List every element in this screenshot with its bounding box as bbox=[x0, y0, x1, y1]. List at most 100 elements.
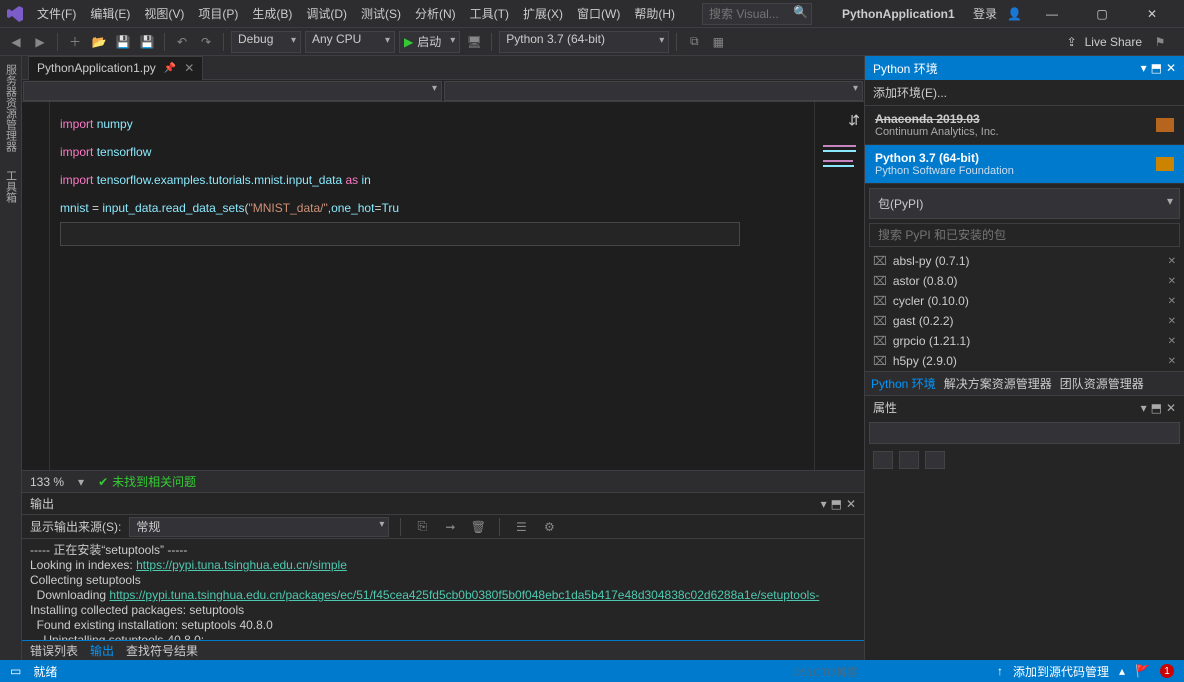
platform-dropdown[interactable]: Any CPU bbox=[305, 31, 395, 53]
menu-item[interactable]: 帮助(H) bbox=[627, 0, 682, 28]
split-icon[interactable]: ⇵ bbox=[848, 112, 860, 129]
package-remove-icon[interactable]: ✕ bbox=[1168, 256, 1176, 267]
props-events-icon[interactable] bbox=[925, 451, 945, 469]
undo-icon[interactable]: ↶ bbox=[172, 32, 192, 52]
package-remove-icon[interactable]: ✕ bbox=[1168, 296, 1176, 307]
panel-pin-icon[interactable]: ⬒ bbox=[831, 497, 842, 511]
nav-fwd-icon[interactable]: ▶ bbox=[30, 32, 50, 52]
env-pin-icon[interactable]: ⬒ bbox=[1151, 61, 1162, 75]
python-env-dropdown[interactable]: Python 3.7 (64-bit) bbox=[499, 31, 669, 53]
package-item[interactable]: ⌧absl-py (0.7.1)✕ bbox=[865, 251, 1184, 271]
package-remove-icon[interactable]: ✕ bbox=[1168, 336, 1176, 347]
menu-item[interactable]: 分析(N) bbox=[408, 0, 463, 28]
redo-icon[interactable]: ↷ bbox=[196, 32, 216, 52]
props-close-icon[interactable]: ✕ bbox=[1166, 401, 1176, 415]
user-icon[interactable]: 👤 bbox=[1007, 7, 1022, 21]
menu-item[interactable]: 视图(V) bbox=[137, 0, 191, 28]
save-all-icon[interactable]: 💾 bbox=[137, 32, 157, 52]
panel-menu-icon[interactable]: ▾ bbox=[821, 497, 827, 511]
output-body[interactable]: ----- 正在安装“setuptools” -----Looking in i… bbox=[22, 539, 864, 640]
scope-dropdown[interactable] bbox=[23, 81, 442, 101]
props-cat-icon[interactable] bbox=[873, 451, 893, 469]
pin-icon[interactable]: 📌 bbox=[164, 63, 176, 74]
out-wrap-icon[interactable]: ☰ bbox=[511, 517, 531, 537]
out-goto-icon[interactable]: ➞ bbox=[440, 517, 460, 537]
output-link[interactable]: https://pypi.tuna.tsinghua.edu.cn/simple bbox=[136, 558, 347, 572]
output-source-label: 显示输出来源(S): bbox=[30, 518, 121, 535]
close-button[interactable]: ✕ bbox=[1132, 0, 1172, 28]
props-object-dropdown[interactable] bbox=[869, 422, 1180, 444]
open-icon[interactable]: 📂 bbox=[89, 32, 109, 52]
package-remove-icon[interactable]: ✕ bbox=[1168, 316, 1176, 327]
pkg-search-input[interactable] bbox=[869, 223, 1180, 247]
minimize-button[interactable]: — bbox=[1032, 0, 1072, 28]
env-item[interactable]: Anaconda 2019.03Continuum Analytics, Inc… bbox=[865, 106, 1184, 145]
props-pin-icon[interactable]: ⬒ bbox=[1151, 401, 1162, 415]
menu-item[interactable]: 窗口(W) bbox=[570, 0, 627, 28]
code-content[interactable]: import numpyimport tensorflowimport tens… bbox=[50, 102, 814, 470]
save-icon[interactable]: 💾 bbox=[113, 32, 133, 52]
add-source-control[interactable]: 添加到源代码管理 bbox=[1013, 663, 1109, 680]
maximize-button[interactable]: ▢ bbox=[1082, 0, 1122, 28]
browser-icon[interactable]: 🖥 bbox=[464, 32, 484, 52]
menu-item[interactable]: 生成(B) bbox=[245, 0, 299, 28]
zoom-label[interactable]: 133 % bbox=[30, 475, 64, 489]
search-icon[interactable]: 🔍 bbox=[793, 5, 808, 19]
toolbox-tab[interactable]: 工具箱 bbox=[3, 166, 19, 207]
package-remove-icon[interactable]: ✕ bbox=[1168, 276, 1176, 287]
package-remove-icon[interactable]: ✕ bbox=[1168, 356, 1176, 367]
menu-item[interactable]: 编辑(E) bbox=[83, 0, 137, 28]
feedback-icon[interactable]: ⚑ bbox=[1150, 32, 1170, 52]
package-item[interactable]: ⌧gast (0.2.2)✕ bbox=[865, 311, 1184, 331]
menu-item[interactable]: 项目(P) bbox=[191, 0, 245, 28]
no-problems-indicator[interactable]: ✔ 未找到相关问题 bbox=[98, 473, 196, 490]
notification-icon[interactable]: 🚩 bbox=[1135, 664, 1150, 678]
start-button[interactable]: ▶ 启动 bbox=[399, 31, 460, 53]
calendar-icon[interactable] bbox=[1156, 157, 1174, 171]
panel-close-icon[interactable]: ✕ bbox=[846, 497, 856, 511]
output-link[interactable]: https://pypi.tuna.tsinghua.edu.cn/packag… bbox=[109, 588, 819, 602]
login-link[interactable]: 登录 bbox=[973, 5, 997, 22]
package-item[interactable]: ⌧h5py (2.9.0)✕ bbox=[865, 351, 1184, 371]
tab-close-icon[interactable]: ✕ bbox=[184, 61, 194, 75]
add-env-link[interactable]: 添加环境(E)... bbox=[865, 80, 1184, 106]
find-symbol-tab[interactable]: 查找符号结果 bbox=[126, 642, 198, 659]
props-menu-icon[interactable]: ▾ bbox=[1141, 401, 1147, 415]
right-tab-solution[interactable]: 解决方案资源管理器 bbox=[944, 375, 1052, 392]
new-icon[interactable]: ＋ bbox=[65, 32, 85, 52]
liveshare-button[interactable]: Live Share bbox=[1085, 35, 1142, 49]
right-tab-env[interactable]: Python 环境 bbox=[871, 375, 936, 392]
menu-item[interactable]: 工具(T) bbox=[463, 0, 516, 28]
out-clear-icon[interactable]: 🗑 bbox=[468, 517, 488, 537]
error-list-tab[interactable]: 错误列表 bbox=[30, 642, 78, 659]
server-explorer-tab[interactable]: 服务器资源管理器 bbox=[3, 60, 19, 156]
package-item[interactable]: ⌧grpcio (1.21.1)✕ bbox=[865, 331, 1184, 351]
menu-item[interactable]: 调试(D) bbox=[299, 0, 354, 28]
nav-back-icon[interactable]: ◀ bbox=[6, 32, 26, 52]
env-item[interactable]: Python 3.7 (64-bit)Python Software Found… bbox=[865, 145, 1184, 184]
env-close-icon[interactable]: ✕ bbox=[1166, 61, 1176, 75]
window-icon[interactable]: ▭ bbox=[10, 664, 21, 678]
env-menu-icon[interactable]: ▾ bbox=[1141, 61, 1147, 75]
out-copy-icon[interactable]: ⎘ bbox=[412, 517, 432, 537]
out-settings-icon[interactable]: ⚙ bbox=[539, 517, 559, 537]
member-dropdown[interactable] bbox=[444, 81, 863, 101]
package-item[interactable]: ⌧astor (0.8.0)✕ bbox=[865, 271, 1184, 291]
output-source-dropdown[interactable]: 常规 bbox=[129, 517, 389, 537]
minimap[interactable]: ⇵ bbox=[814, 102, 864, 470]
package-item[interactable]: ⌧cycler (0.10.0)✕ bbox=[865, 291, 1184, 311]
menu-item[interactable]: 扩展(X) bbox=[516, 0, 570, 28]
props-sort-icon[interactable] bbox=[899, 451, 919, 469]
extension-icon[interactable]: ⧉ bbox=[684, 32, 704, 52]
config-dropdown[interactable]: Debug bbox=[231, 31, 301, 53]
liveshare-icon[interactable]: ⇪ bbox=[1067, 35, 1077, 49]
calendar-icon[interactable] bbox=[1156, 118, 1174, 132]
code-editor[interactable]: import numpyimport tensorflowimport tens… bbox=[22, 102, 864, 470]
menu-item[interactable]: 文件(F) bbox=[30, 0, 83, 28]
menu-item[interactable]: 测试(S) bbox=[354, 0, 408, 28]
pkg-source-dropdown[interactable]: 包(PyPI) bbox=[869, 188, 1180, 219]
right-tab-team[interactable]: 团队资源管理器 bbox=[1060, 375, 1144, 392]
file-tab[interactable]: PythonApplication1.py 📌 ✕ bbox=[28, 56, 203, 80]
layout-icon[interactable]: ▦ bbox=[708, 32, 728, 52]
output-tab[interactable]: 输出 bbox=[90, 642, 114, 659]
